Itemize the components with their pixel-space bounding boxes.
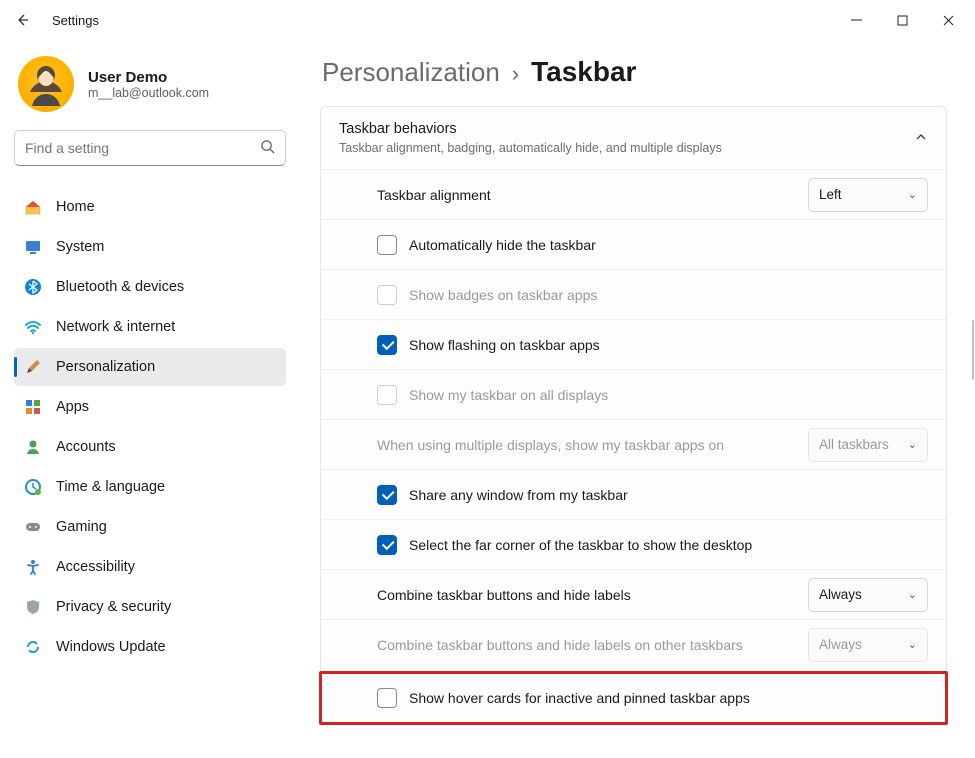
nav-update[interactable]: Windows Update [14, 628, 286, 666]
chevron-down-icon: ⌄ [908, 588, 917, 601]
search-field[interactable] [25, 140, 260, 156]
behaviors-section: Taskbar behaviors Taskbar alignment, bad… [320, 106, 947, 724]
window-title: Settings [52, 13, 99, 28]
accessibility-icon [24, 558, 42, 576]
multi-select: All taskbars⌄ [808, 428, 928, 462]
sidebar: User Demo m__lab@outlook.com Home System… [0, 40, 300, 758]
update-icon [24, 638, 42, 656]
accounts-icon [24, 438, 42, 456]
nav-system[interactable]: System [14, 228, 286, 266]
autohide-checkbox[interactable] [377, 235, 397, 255]
combine-select[interactable]: Always⌄ [808, 578, 928, 612]
user-profile[interactable]: User Demo m__lab@outlook.com [14, 50, 286, 130]
maximize-icon [897, 15, 908, 26]
nav-time[interactable]: Time & language [14, 468, 286, 506]
nav-bluetooth[interactable]: Bluetooth & devices [14, 268, 286, 306]
bluetooth-icon [24, 278, 42, 296]
row-multi-displays: When using multiple displays, show my ta… [321, 419, 946, 469]
nav-personalization[interactable]: Personalization [14, 348, 286, 386]
search-input[interactable] [14, 130, 286, 166]
chevron-right-icon: › [512, 61, 519, 87]
user-email: m__lab@outlook.com [88, 86, 209, 100]
maximize-button[interactable] [879, 4, 925, 36]
scrollbar-thumb[interactable] [972, 320, 974, 380]
row-flashing: Show flashing on taskbar apps [321, 319, 946, 369]
row-corner: Select the far corner of the taskbar to … [321, 519, 946, 569]
row-combine-other: Combine taskbar buttons and hide labels … [321, 619, 946, 669]
breadcrumb: Personalization › Taskbar [322, 56, 947, 88]
minimize-button[interactable] [833, 4, 879, 36]
row-share: Share any window from my taskbar [321, 469, 946, 519]
user-name: User Demo [88, 69, 209, 86]
window-controls [833, 4, 971, 36]
section-title: Taskbar behaviors [339, 121, 722, 137]
chevron-up-icon [914, 130, 928, 147]
row-combine: Combine taskbar buttons and hide labels … [321, 569, 946, 619]
alignment-select[interactable]: Left⌄ [808, 178, 928, 212]
nav-accounts[interactable]: Accounts [14, 428, 286, 466]
breadcrumb-parent[interactable]: Personalization [322, 57, 500, 88]
minimize-icon [851, 15, 862, 26]
badges-checkbox [377, 285, 397, 305]
nav-list: Home System Bluetooth & devices Network … [14, 188, 286, 666]
row-all-displays: Show my taskbar on all displays [321, 369, 946, 419]
combine-other-select: Always⌄ [808, 628, 928, 662]
chevron-down-icon: ⌄ [908, 638, 917, 651]
behaviors-header[interactable]: Taskbar behaviors Taskbar alignment, bad… [321, 107, 946, 169]
content-area: Personalization › Taskbar Taskbar behavi… [300, 40, 975, 758]
page-title: Taskbar [531, 56, 636, 88]
chevron-down-icon: ⌄ [908, 188, 917, 201]
personalization-icon [24, 358, 42, 376]
nav-apps[interactable]: Apps [14, 388, 286, 426]
hover-cards-checkbox[interactable] [377, 688, 397, 708]
search-icon [260, 139, 275, 157]
row-autohide: Automatically hide the taskbar [321, 219, 946, 269]
close-icon [943, 15, 954, 26]
nav-home[interactable]: Home [14, 188, 286, 226]
share-checkbox[interactable] [377, 485, 397, 505]
row-alignment: Taskbar alignment Left⌄ [321, 169, 946, 219]
wifi-icon [24, 318, 42, 336]
nav-accessibility[interactable]: Accessibility [14, 548, 286, 586]
apps-icon [24, 398, 42, 416]
home-icon [24, 198, 42, 216]
nav-privacy[interactable]: Privacy & security [14, 588, 286, 626]
nav-network[interactable]: Network & internet [14, 308, 286, 346]
row-hover-cards: Show hover cards for inactive and pinned… [319, 671, 948, 725]
row-badges: Show badges on taskbar apps [321, 269, 946, 319]
section-subtitle: Taskbar alignment, badging, automaticall… [339, 141, 722, 155]
flashing-checkbox[interactable] [377, 335, 397, 355]
clock-icon [24, 478, 42, 496]
corner-checkbox[interactable] [377, 535, 397, 555]
shield-icon [24, 598, 42, 616]
title-bar: Settings [0, 0, 975, 40]
arrow-left-icon [14, 12, 30, 28]
close-button[interactable] [925, 4, 971, 36]
chevron-down-icon: ⌄ [908, 438, 917, 451]
back-button[interactable] [4, 2, 40, 38]
avatar [18, 56, 74, 112]
system-icon [24, 238, 42, 256]
all-displays-checkbox [377, 385, 397, 405]
gaming-icon [24, 518, 42, 536]
nav-gaming[interactable]: Gaming [14, 508, 286, 546]
